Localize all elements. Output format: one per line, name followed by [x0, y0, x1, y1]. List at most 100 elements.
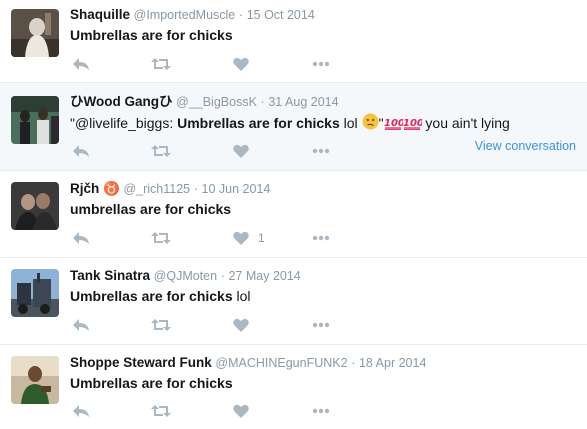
display-name[interactable]: Shoppe Steward Funk	[70, 355, 212, 370]
separator: ·	[351, 356, 356, 370]
user-handle[interactable]: @MACHINEgunFUNK2	[215, 356, 347, 370]
like-button[interactable]	[233, 402, 258, 420]
reply-button[interactable]	[72, 316, 90, 334]
retweet-icon	[151, 319, 171, 331]
tweet-actions: 1	[70, 229, 370, 247]
more-button[interactable]	[312, 55, 330, 73]
timestamp[interactable]: 18 Apr 2014	[359, 356, 426, 370]
tweet-text: Umbrellas are for chicks	[70, 374, 233, 392]
more-button[interactable]	[312, 316, 330, 334]
tweet[interactable]: ひWood Gangひ @__BigBossK · 31 Aug 2014 "@…	[0, 83, 587, 171]
tweet-text-suffix: lol	[232, 288, 251, 304]
like-button[interactable]	[233, 55, 258, 73]
retweet-button[interactable]	[151, 402, 171, 420]
more-button[interactable]	[312, 402, 330, 420]
reply-button[interactable]	[72, 142, 90, 160]
like-icon	[233, 231, 249, 245]
display-name[interactable]: Rjčh ♉	[70, 181, 120, 196]
avatar[interactable]	[11, 9, 59, 57]
reply-icon	[73, 58, 89, 70]
retweet-icon	[151, 58, 171, 70]
like-icon	[233, 57, 249, 71]
tweet[interactable]: Shaquille @ImportedMuscle · 15 Oct 2014 …	[0, 0, 587, 83]
retweet-button[interactable]	[151, 229, 171, 247]
tweet-text-suffix: you ain't lying	[421, 115, 510, 131]
tweet-header: Rjčh ♉ @_rich1125 · 10 Jun 2014	[70, 181, 270, 197]
user-handle[interactable]: @__BigBossK	[176, 95, 257, 109]
confused-face-icon	[362, 113, 379, 130]
tweet-header: Shoppe Steward Funk @MACHINEgunFUNK2 · 1…	[70, 355, 426, 371]
reply-button[interactable]	[72, 402, 90, 420]
avatar[interactable]	[11, 269, 59, 317]
more-icon	[312, 322, 330, 328]
user-handle[interactable]: @_rich1125	[123, 182, 190, 196]
like-icon	[233, 318, 249, 332]
more-icon	[312, 61, 330, 67]
like-icon	[233, 404, 249, 418]
more-button[interactable]	[312, 142, 330, 160]
tweet-actions	[70, 55, 370, 73]
more-icon	[312, 148, 330, 154]
user-handle[interactable]: @ImportedMuscle	[134, 8, 236, 22]
retweet-button[interactable]	[151, 142, 171, 160]
separator: ·	[260, 95, 265, 109]
avatar[interactable]	[11, 96, 59, 144]
retweet-button[interactable]	[151, 316, 171, 334]
tweet-text: umbrellas are for chicks	[70, 200, 231, 218]
timestamp[interactable]: 27 May 2014	[228, 269, 300, 283]
more-icon	[312, 235, 330, 241]
tweet-text-after: lol	[339, 115, 362, 131]
hundred-points-icon: 100	[384, 118, 403, 130]
tweet-text-bold: Umbrellas are for chicks	[70, 375, 233, 391]
tweet-feed: Shaquille @ImportedMuscle · 15 Oct 2014 …	[0, 0, 587, 429]
tweet[interactable]: Tank Sinatra @QJMoten · 27 May 2014 Umbr…	[0, 258, 587, 345]
reply-icon	[73, 145, 89, 157]
tweet-header: Tank Sinatra @QJMoten · 27 May 2014	[70, 268, 301, 284]
separator: ·	[220, 269, 225, 283]
timestamp[interactable]: 31 Aug 2014	[268, 95, 338, 109]
avatar[interactable]	[11, 356, 59, 404]
more-button[interactable]	[312, 229, 330, 247]
like-icon	[233, 144, 249, 158]
retweet-button[interactable]	[151, 55, 171, 73]
timestamp[interactable]: 10 Jun 2014	[202, 182, 271, 196]
retweet-icon	[151, 405, 171, 417]
like-button[interactable]	[233, 316, 258, 334]
tweet-header: ひWood Gangひ @__BigBossK · 31 Aug 2014	[70, 94, 339, 110]
tweet[interactable]: Rjčh ♉ @_rich1125 · 10 Jun 2014 umbrella…	[0, 171, 587, 258]
timestamp[interactable]: 15 Oct 2014	[247, 8, 315, 22]
view-conversation-link[interactable]: View conversation	[475, 139, 576, 153]
tweet-actions	[70, 316, 370, 334]
display-name[interactable]: ひWood Gangひ	[70, 94, 173, 109]
like-button[interactable]: 1	[233, 229, 265, 247]
avatar[interactable]	[11, 182, 59, 230]
separator: ·	[193, 182, 198, 196]
reply-button[interactable]	[72, 55, 90, 73]
tweet-actions	[70, 402, 370, 420]
separator: ·	[238, 8, 244, 22]
retweet-icon	[151, 145, 171, 157]
display-name[interactable]: Tank Sinatra	[70, 268, 150, 283]
tweet-text: Umbrellas are for chicks lol	[70, 287, 251, 305]
tweet-actions	[70, 142, 370, 160]
reply-icon	[73, 232, 89, 244]
like-count: 1	[258, 231, 265, 245]
tweet-text: "@livelife_biggs: Umbrellas are for chic…	[70, 113, 510, 132]
reply-icon	[73, 405, 89, 417]
display-name[interactable]: Shaquille	[70, 7, 130, 22]
tweet-header: Shaquille @ImportedMuscle · 15 Oct 2014	[70, 7, 315, 23]
like-button[interactable]	[233, 142, 258, 160]
reply-icon	[73, 319, 89, 331]
hundred-points-icon: 100	[403, 118, 422, 130]
tweet-text: Umbrellas are for chicks	[70, 26, 233, 44]
user-handle[interactable]: @QJMoten	[154, 269, 217, 283]
mention-link[interactable]: "@livelife_biggs:	[70, 115, 177, 131]
tweet-text-bold: Umbrellas are for chicks	[70, 27, 233, 43]
svg-text:100: 100	[384, 118, 403, 129]
tweet[interactable]: Shoppe Steward Funk @MACHINEgunFUNK2 · 1…	[0, 345, 587, 429]
tweet-text-bold: Umbrellas are for chicks	[70, 288, 233, 304]
retweet-icon	[151, 232, 171, 244]
svg-text:100: 100	[403, 118, 422, 129]
reply-button[interactable]	[72, 229, 90, 247]
tweet-text-bold: umbrellas are for chicks	[70, 201, 232, 217]
